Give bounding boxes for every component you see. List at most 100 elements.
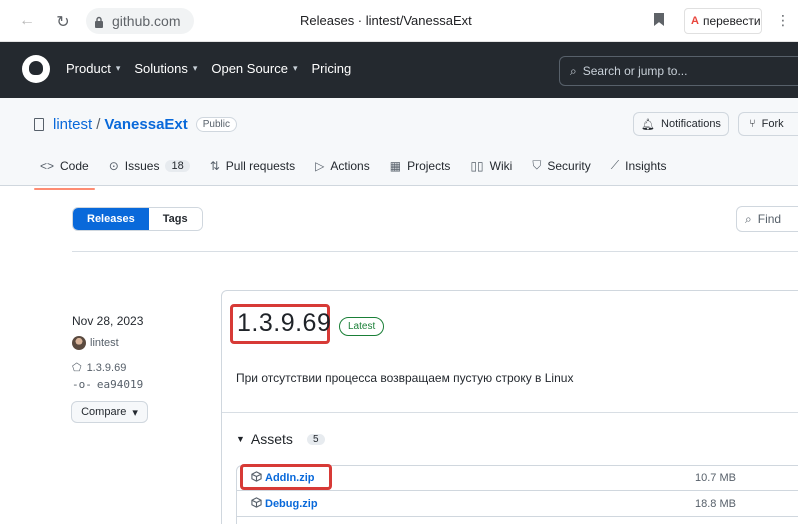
assets-count: 5 (306, 433, 325, 445)
tab-code[interactable]: <> Code (34, 158, 95, 190)
repo-name-link[interactable]: VanessaExt (104, 116, 187, 133)
tab-projects-label: Projects (407, 158, 451, 173)
reload-icon[interactable]: ↻ (54, 12, 72, 32)
releases-tab-button[interactable]: Releases (73, 208, 149, 230)
asset-size: 10.7 MB (695, 472, 736, 484)
bookmark-icon[interactable] (654, 13, 664, 26)
chevron-down-icon: ▾ (292, 63, 298, 73)
tab-pull-requests[interactable]: ⇅ Pull requests (210, 158, 295, 173)
search-placeholder: Search or jump to... (582, 64, 688, 78)
nav-solutions[interactable]: Solutions ▾ (134, 61, 197, 76)
compare-button[interactable]: Compare ▾ (71, 401, 148, 423)
search-icon: ⌕ (570, 63, 577, 78)
lock-icon (94, 15, 104, 28)
main-nav: Product ▾ Solutions ▾ Open Source ▾ Pricing (66, 61, 351, 76)
nav-pricing-label: Pricing (311, 61, 352, 76)
release-version-title[interactable]: 1.3.9.69 (237, 309, 331, 338)
fork-button[interactable]: ⑂ Fork (738, 112, 798, 136)
tab-insights-label: Insights (625, 158, 667, 173)
code-icon: <> (40, 158, 55, 173)
visibility-badge: Public (195, 117, 238, 132)
browser-toolbar: ← ↻ github.com Releases · lintest/Vaness… (0, 0, 798, 42)
nav-product[interactable]: Product ▾ (66, 61, 120, 76)
card-divider (222, 412, 798, 413)
release-commit-link[interactable]: -o- ea94019 (72, 378, 143, 391)
avatar (72, 336, 86, 350)
asset-row (236, 517, 798, 524)
issue-icon: ⊙ (108, 158, 119, 173)
tag-icon: ⬠ (72, 362, 82, 374)
triangle-down-icon: ▼ (236, 434, 245, 444)
play-icon: ▷ (315, 158, 325, 173)
divider (72, 251, 798, 252)
release-description: При отсутствии процесса возвращаем пусту… (236, 371, 574, 385)
tab-insights[interactable]: ⟋ Insights (611, 158, 667, 173)
nav-product-label: Product (66, 61, 111, 76)
fork-label: Fork (761, 118, 784, 130)
tab-actions[interactable]: ▷ Actions (315, 158, 370, 173)
assets-label: Assets (250, 431, 293, 447)
github-logo-icon[interactable] (22, 55, 50, 83)
repo-slash: / (96, 116, 101, 133)
repo-icon (34, 118, 44, 131)
tab-code-label: Code (60, 158, 89, 173)
pull-request-icon: ⇅ (209, 158, 220, 173)
release-author[interactable]: lintest (72, 336, 119, 350)
repo-tabs: <> Code ⊙ Issues 18 ⇅ Pull requests ▷ Actions… (34, 158, 667, 190)
search-icon: ⌕ (745, 211, 752, 226)
fork-icon: ⑂ (749, 118, 756, 130)
back-arrow-icon[interactable]: ← (18, 12, 36, 30)
repo-header: lintest / VanessaExt Public 🔔︎ Notificat… (0, 98, 798, 190)
release-commit: ea94019 (96, 378, 144, 391)
search-input[interactable]: ⌕ Search or jump to... (559, 56, 798, 86)
find-release-input[interactable]: ⌕ Find (736, 206, 798, 232)
translate-button[interactable]: A перевести (684, 8, 762, 34)
translate-icon: A (691, 15, 699, 27)
tab-pull-requests-label: Pull requests (225, 158, 296, 173)
book-icon: ▯▯ (470, 158, 484, 173)
tab-projects[interactable]: ▦ Projects (390, 158, 451, 173)
chevron-down-icon: ▾ (132, 406, 138, 419)
nav-solutions-label: Solutions (134, 61, 188, 76)
chevron-down-icon: ▾ (115, 63, 121, 73)
nav-open-source[interactable]: Open Source ▾ (211, 61, 297, 76)
release-date: Nov 28, 2023 (72, 314, 144, 328)
compare-label: Compare (81, 406, 127, 418)
tab-wiki-label: Wiki (489, 158, 513, 173)
package-icon (251, 496, 262, 511)
translate-label: перевести (702, 14, 761, 28)
latest-badge: Latest (339, 317, 385, 336)
nav-pricing[interactable]: Pricing (312, 61, 352, 76)
notifications-label: Notifications (661, 118, 721, 130)
more-menu-icon[interactable]: ⋮ (776, 12, 790, 29)
release-author-name: lintest (90, 337, 119, 349)
table-icon: ▦ (389, 158, 402, 173)
asset-size: 18.8 MB (695, 497, 736, 510)
assets-toggle[interactable]: ▼ Assets 5 (236, 431, 325, 447)
bell-icon: 🔔︎ (641, 118, 656, 131)
repo-title: lintest / VanessaExt Public (34, 116, 238, 133)
asset-link[interactable]: Debug.zip (251, 496, 318, 511)
asset-row: Debug.zip 18.8 MB (236, 491, 798, 517)
notifications-button[interactable]: 🔔︎ Notifications (633, 112, 729, 136)
commit-icon: -o- (72, 378, 92, 391)
shield-icon: ⛉ (532, 158, 542, 172)
release-tag: 1.3.9.69 (86, 361, 127, 374)
find-placeholder: Find (757, 212, 782, 226)
nav-open-source-label: Open Source (211, 61, 288, 76)
tab-issues-label: Issues (124, 158, 160, 173)
releases-tags-toggle: Releases Tags (72, 207, 203, 231)
url-text: github.com (112, 13, 181, 29)
tab-actions-label: Actions (330, 158, 370, 173)
address-bar[interactable]: github.com (86, 8, 194, 34)
repo-owner-link[interactable]: lintest (53, 116, 92, 133)
asset-highlight (240, 464, 332, 490)
tags-tab-button[interactable]: Tags (148, 208, 202, 230)
tab-wiki[interactable]: ▯▯ Wiki (470, 158, 512, 173)
issues-count: 18 (165, 159, 190, 172)
page-title: Releases · lintest/VanessaExt (300, 13, 472, 28)
tab-security[interactable]: ⛉ Security (532, 158, 590, 173)
chevron-down-icon: ▾ (192, 63, 198, 73)
release-tag-link[interactable]: ⬠ 1.3.9.69 (72, 361, 127, 375)
tab-issues[interactable]: ⊙ Issues 18 (109, 158, 190, 173)
